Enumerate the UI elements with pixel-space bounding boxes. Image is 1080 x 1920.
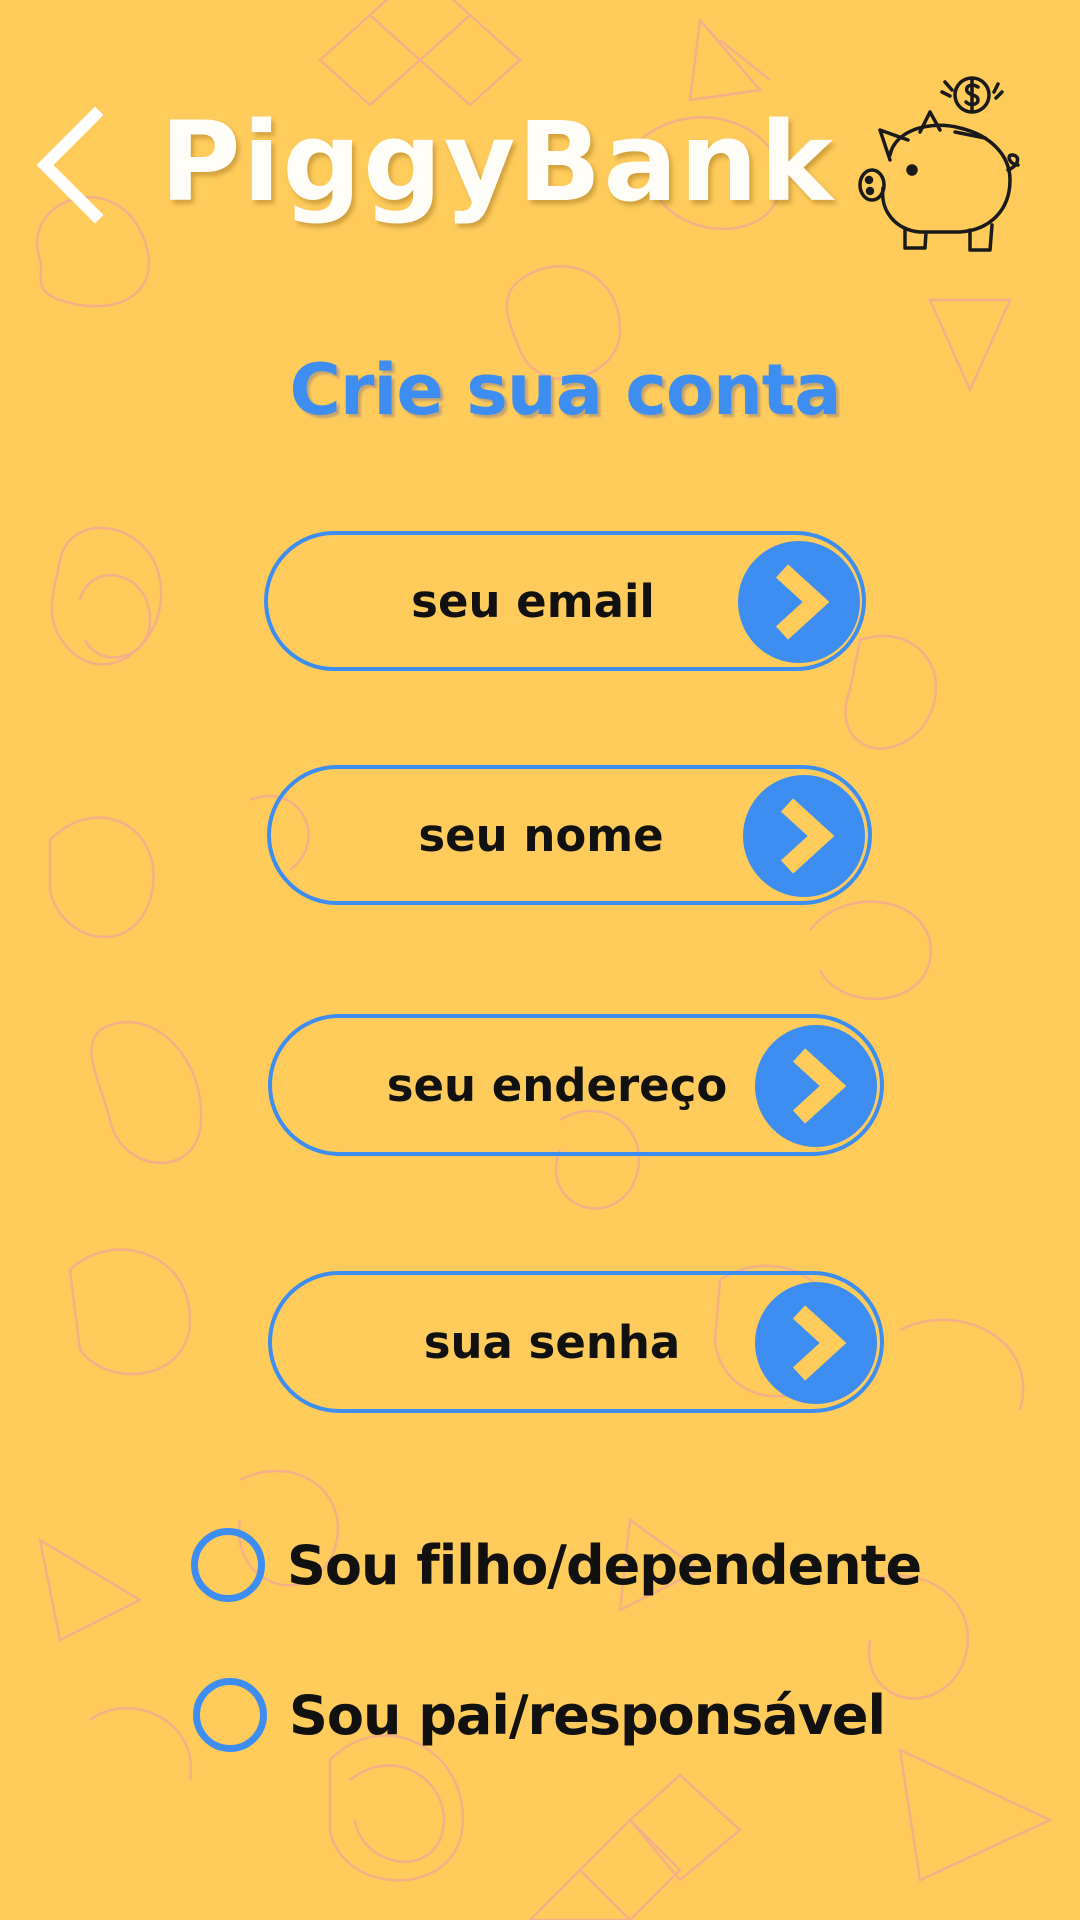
back-button[interactable] <box>30 100 120 230</box>
chevron-left-icon <box>36 106 104 224</box>
chevron-right-icon <box>792 1305 847 1381</box>
piggy-bank-coin-icon <box>858 76 1020 252</box>
name-field-label: seu nome <box>418 808 664 862</box>
password-field[interactable]: sua senha <box>268 1271 884 1413</box>
radio-label-guardian: Sou pai/responsável <box>289 1683 886 1747</box>
page-title: Crie sua conta <box>289 349 842 431</box>
address-field[interactable]: seu endereço <box>268 1014 884 1156</box>
chevron-right-icon <box>792 1048 847 1124</box>
app-title: PiggyBank <box>160 98 836 226</box>
email-field[interactable]: seu email <box>264 531 866 671</box>
chevron-right-icon <box>780 798 835 874</box>
radio-option-guardian[interactable]: Sou pai/responsável <box>193 1678 886 1752</box>
background-doodles <box>36 0 1053 1920</box>
email-next-button[interactable] <box>738 541 860 663</box>
password-next-button[interactable] <box>755 1282 877 1404</box>
address-next-button[interactable] <box>755 1025 877 1147</box>
password-field-label: sua senha <box>423 1315 681 1369</box>
chevron-right-icon <box>775 564 830 640</box>
radio-button-guardian[interactable] <box>193 1678 267 1752</box>
name-field[interactable]: seu nome <box>267 765 872 905</box>
radio-label-dependent: Sou filho/dependente <box>287 1533 922 1597</box>
radio-button-dependent[interactable] <box>191 1528 265 1602</box>
email-field-label: seu email <box>411 574 655 628</box>
radio-option-dependent[interactable]: Sou filho/dependente <box>191 1528 922 1602</box>
name-next-button[interactable] <box>743 775 865 897</box>
